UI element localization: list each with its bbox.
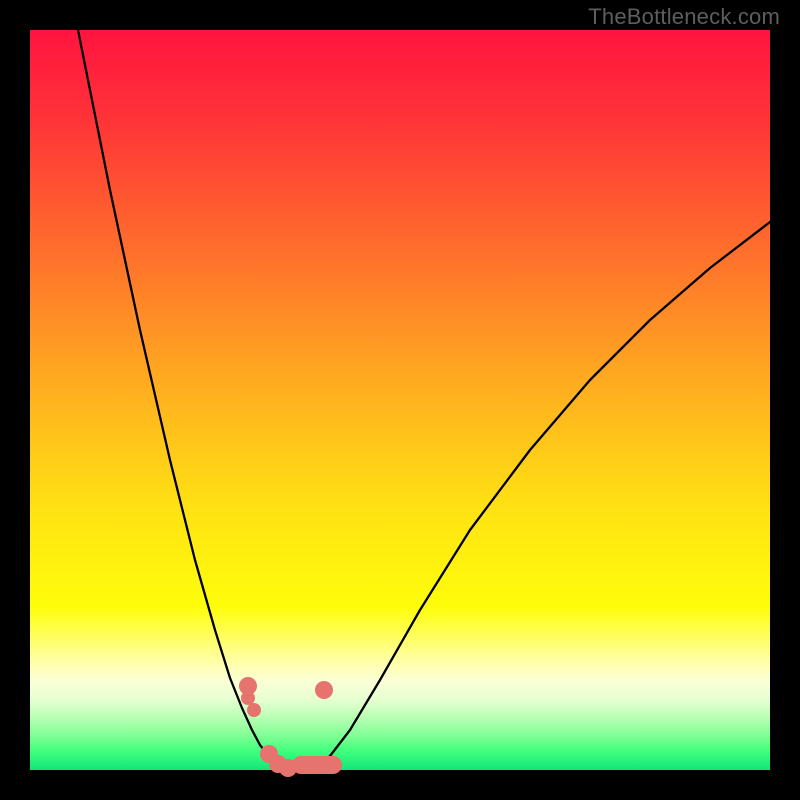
series-curve-left: [78, 30, 282, 768]
marker-group: [239, 677, 342, 777]
chart-frame: TheBottleneck.com: [0, 0, 800, 800]
chart-svg: [30, 30, 770, 770]
watermark-text: TheBottleneck.com: [588, 4, 780, 30]
series-group: [78, 30, 770, 770]
bar-bottom: [292, 756, 342, 774]
dot-left-2: [241, 691, 255, 705]
dot-left-3: [247, 703, 261, 717]
dot-right-1: [315, 681, 333, 699]
plot-area: [30, 30, 770, 770]
series-curve-right: [316, 222, 770, 768]
